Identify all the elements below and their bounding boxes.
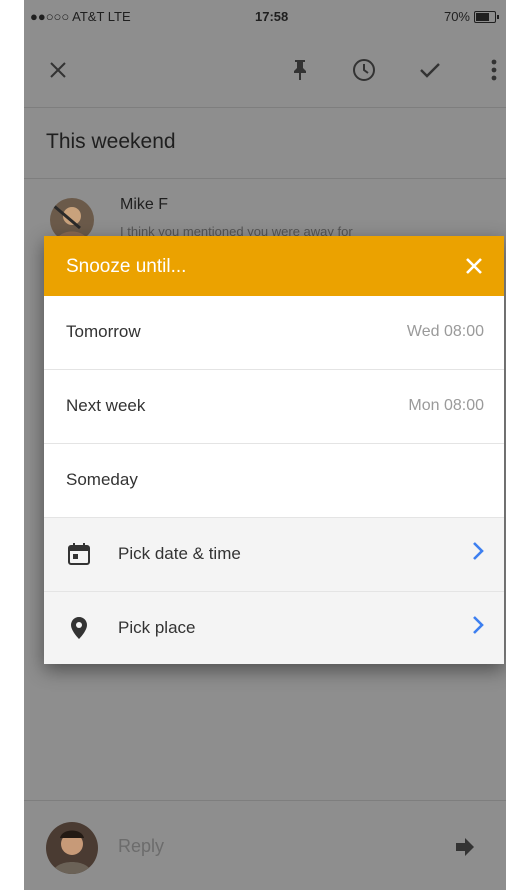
dialog-title: Snooze until... [66,256,187,277]
dialog-header: Snooze until... [44,236,504,296]
app-screen: ●●○○○ AT&T LTE 17:58 70% This weekend Mi… [24,0,506,890]
snooze-option-someday[interactable]: Someday [44,444,504,518]
clock-time: 17:58 [255,9,289,24]
reply-input[interactable]: Reply [118,836,164,857]
pick-date-time-button[interactable]: Pick date & time [44,518,504,592]
option-time: Mon 08:00 [408,397,484,414]
carrier-label: ●●○○○ AT&T LTE [30,9,131,24]
close-icon[interactable] [44,56,72,84]
toolbar-divider [24,107,506,108]
more-vert-icon[interactable] [480,56,506,84]
status-bar: ●●○○○ AT&T LTE 17:58 70% [24,0,506,30]
snooze-dialog: Snooze until... Tomorrow Wed 08:00 Next … [44,236,504,664]
chevron-right-icon [472,614,484,642]
option-label: Tomorrow [66,322,141,341]
snooze-option-next-week[interactable]: Next week Mon 08:00 [44,370,504,444]
chevron-right-icon [472,540,484,568]
author-name: Mike F [120,196,168,213]
pin-icon[interactable] [286,56,314,84]
option-label: Someday [66,470,138,489]
option-label: Next week [66,396,146,415]
reply-divider [24,800,506,801]
battery-percent: 70% [443,9,470,24]
battery-status: 70% [443,9,499,24]
title-divider [24,178,506,179]
check-icon[interactable] [416,56,444,84]
calendar-icon [66,541,92,567]
option-label: Pick date & time [118,544,241,563]
location-pin-icon [66,615,92,641]
avatar [46,822,98,874]
option-label: Pick place [118,618,196,637]
note-title[interactable]: This weekend [46,130,176,154]
send-arrow-icon[interactable] [454,836,476,858]
close-icon[interactable] [458,250,490,282]
snooze-option-tomorrow[interactable]: Tomorrow Wed 08:00 [44,296,504,370]
clock-icon[interactable] [350,56,378,84]
option-time: Wed 08:00 [406,323,484,340]
note-toolbar [24,40,506,100]
pick-place-button[interactable]: Pick place [44,592,504,664]
battery-icon [474,10,499,23]
